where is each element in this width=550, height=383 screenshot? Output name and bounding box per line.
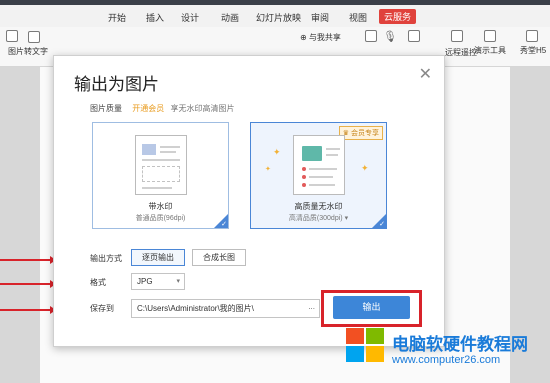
tab-design[interactable]: 设计 [181,11,199,24]
tools-icon [484,30,496,42]
red-arrow-format [0,280,56,288]
ribbon-tools-label: 演示工具 [474,46,506,55]
image-icon [28,31,40,43]
shape-icon [408,30,420,42]
watermark-area [142,166,180,182]
export-button[interactable]: 输出 [333,296,410,319]
share-icon: ⊕ [300,33,307,42]
format-select[interactable]: JPG ▾ [131,273,185,290]
h5-icon [526,30,538,42]
chevron-down-icon[interactable]: ▾ [345,215,349,222]
dialog-title: 输出为图片 [74,75,159,94]
save-path-value: C:\Users\Administrator\我的图片\ [137,304,254,313]
menu-bar: 开始 插入 设计 动画 幻灯片放映 审阅 视图 云服务 [0,5,550,27]
site-watermark: 电脑软硬件教程网 www.computer26.com [346,322,550,383]
quality-option-watermark[interactable]: 带水印 普通品质(96dpi) ✓ [92,122,229,229]
check-icon: ✓ [221,221,227,228]
export-image-dialog: 输出为图片 ✕ 图片质量 开通会员 享无水印高清图片 带水印 普通品质(96dp… [53,55,445,347]
format-value: JPG [137,277,153,286]
red-arrow-save [0,306,56,314]
ribbon-share-with-me[interactable]: ⊕ 与我共享 [300,32,341,43]
close-icon[interactable]: ✕ [419,64,432,84]
option-subtitle: 高清品质(300dpi) ▾ [288,215,349,222]
page-by-page-button[interactable]: 逐页输出 [131,249,185,266]
windows-logo-icon [346,328,386,364]
image-placeholder-icon [302,146,322,161]
vip-note: 享无水印高清图片 [170,104,235,113]
chat-icon [365,30,377,42]
ribbon-pic-to-text-label: 图片转文字 [8,47,48,56]
tab-home[interactable]: 开始 [108,11,126,24]
tab-review[interactable]: 审阅 [311,11,329,24]
tab-view[interactable]: 视图 [349,11,367,24]
remote-icon [451,30,463,42]
tab-slideshow[interactable]: 幻灯片放映 [256,11,301,24]
sparkle-icon: ✦ [265,166,271,173]
sparkle-icon: ✦ [361,163,369,173]
check-icon: ✓ [379,221,385,228]
tab-insert[interactable]: 插入 [146,11,164,24]
ribbon-show-h5[interactable]: 秀堂H5 [520,30,546,56]
long-image-button[interactable]: 合成长图 [192,249,246,266]
image-placeholder-icon [142,144,156,155]
option-title: 带水印 [148,202,173,211]
quality-row: 图片质量 开通会员 享无水印高清图片 [90,103,234,114]
quality-label: 图片质量 [90,104,122,113]
tab-cloud-service[interactable]: 云服务 [379,9,417,24]
ribbon-share-label: 与我共享 [308,33,341,42]
microphone-icon[interactable]: 🎙 [383,30,397,43]
red-arrow-mode [0,256,56,264]
ribbon-item-chat[interactable] [362,30,377,45]
vip-link[interactable]: 开通会员 [132,104,164,113]
document-preview-icon [293,135,345,195]
browse-button[interactable]: ... [308,300,315,315]
watermark-url: www.computer26.com [392,354,501,366]
watermark-title: 电脑软硬件教程网 [392,335,528,354]
vip-badge-label: 会员专享 [351,130,379,137]
save-path-input[interactable]: C:\Users\Administrator\我的图片\ ... [131,299,320,318]
ribbon-h5-label: 秀堂H5 [520,46,547,55]
chevron-down-icon: ▾ [176,278,180,285]
ribbon-remote-label: 远程遥控 [445,48,477,57]
mode-label: 输出方式 [90,254,122,263]
ribbon-remote-control[interactable]: 远程遥控 [445,30,477,58]
document-preview-icon [135,135,187,195]
save-to-label: 保存到 [90,304,114,313]
option-title: 高质量无水印 [294,202,343,211]
ribbon-presentation-tools[interactable]: 演示工具 [474,30,506,56]
option-subtitle: 普通品质(96dpi) [135,215,186,222]
ribbon-item-triangle[interactable] [405,30,420,45]
tab-animation[interactable]: 动画 [221,11,239,24]
vip-badge: ♛ 会员专享 [338,126,383,140]
format-label: 格式 [90,278,106,287]
quality-option-hd[interactable]: ♛ 会员专享 ✦ ✦ ✦ 高质量无水印 高清品质(300dpi) ▾ ✓ [250,122,387,229]
sparkle-icon: ✦ [273,147,281,157]
ribbon-pic-to-text[interactable]: 图片转文字 [8,31,48,57]
